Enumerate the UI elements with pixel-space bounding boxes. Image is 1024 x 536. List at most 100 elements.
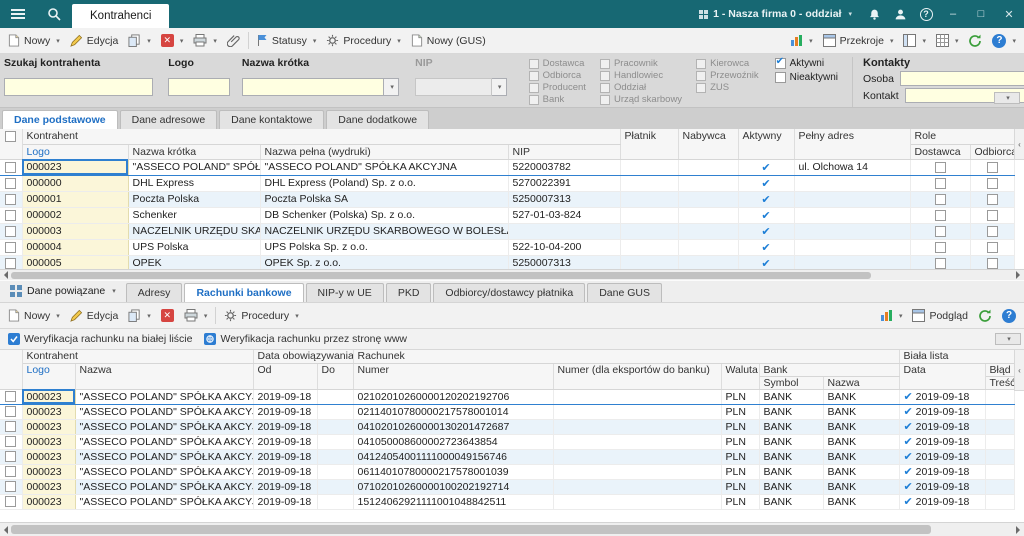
cell-nip[interactable] — [508, 223, 620, 239]
cell-biala-data[interactable]: ✔ 2019-09-18 — [899, 389, 985, 404]
cell-odbiorca[interactable] — [970, 175, 1014, 191]
cell-blad[interactable] — [985, 389, 1014, 404]
cell-platnik[interactable] — [620, 207, 678, 223]
cell-biala-data[interactable]: ✔ 2019-09-18 — [899, 419, 985, 434]
cell-nabywca[interactable] — [678, 175, 738, 191]
cell-bank-nazwa[interactable]: BANK — [823, 494, 899, 509]
nowy-button[interactable]: Nowy ▾ — [3, 31, 65, 50]
dane-powiazane-button[interactable]: Dane powiązane ▾ — [2, 281, 124, 302]
row-select-cell[interactable] — [0, 479, 22, 494]
cell-pelny-adres[interactable] — [794, 223, 910, 239]
statusy-button[interactable]: Statusy ▾ — [252, 31, 322, 50]
panel-collapse-button[interactable]: ▾ — [995, 333, 1021, 345]
cell-dostawca[interactable] — [910, 223, 970, 239]
cell-pelny-adres[interactable] — [794, 255, 910, 269]
cell-numer[interactable]: 15124062921111001048842511 — [353, 494, 553, 509]
scroll-left-icon[interactable] — [4, 271, 8, 279]
cell-do[interactable] — [317, 404, 353, 419]
cell-nip[interactable]: 527-01-03-824 — [508, 207, 620, 223]
col-bank-symbol[interactable]: Symbol — [759, 376, 823, 389]
row-select-cell[interactable] — [0, 464, 22, 479]
maximize-button[interactable]: □ — [968, 0, 994, 28]
cell-nazwa-krotka[interactable]: DHL Express — [128, 175, 260, 191]
cell-waluta[interactable]: PLN — [721, 449, 759, 464]
cell-logo[interactable]: 000004 — [22, 239, 128, 255]
related-tab-odbiorcy-dostawcy-p-atnika[interactable]: Odbiorcy/dostawcy płatnika — [433, 283, 585, 302]
cell-numer-eksport[interactable] — [553, 449, 721, 464]
cell-dostawca[interactable] — [910, 191, 970, 207]
cell-aktywny[interactable]: ✔ — [738, 239, 794, 255]
col-nip[interactable]: NIP — [508, 144, 620, 159]
cell-aktywny[interactable]: ✔ — [738, 159, 794, 175]
accounts-delete-button[interactable]: ✕ — [156, 306, 179, 325]
cell-platnik[interactable] — [620, 191, 678, 207]
cell-biala-data[interactable]: ✔ 2019-09-18 — [899, 449, 985, 464]
col-tresc[interactable]: Treść — [985, 376, 1014, 389]
account-row[interactable]: 000023"ASSECO POLAND" SPÓŁKA AKCYJNA2019… — [0, 419, 1014, 434]
cell-numer-eksport[interactable] — [553, 464, 721, 479]
cell-waluta[interactable]: PLN — [721, 389, 759, 404]
cell-nazwa-krotka[interactable]: Schenker — [128, 207, 260, 223]
cell-do[interactable] — [317, 494, 353, 509]
filter-checkbox-zus[interactable]: ZUS — [696, 82, 759, 93]
cell-biala-data[interactable]: ✔ 2019-09-18 — [899, 404, 985, 419]
cell-nazwa[interactable]: "ASSECO POLAND" SPÓŁKA AKCYJNA — [75, 434, 253, 449]
filter-checkbox-producent[interactable]: Producent — [529, 82, 586, 93]
cell-bank-symbol[interactable]: BANK — [759, 419, 823, 434]
related-tab-rachunki-bankowe[interactable]: Rachunki bankowe — [184, 283, 303, 302]
cell-logo[interactable]: 000023 — [22, 404, 75, 419]
row-checkbox[interactable] — [5, 258, 16, 269]
delete-button[interactable]: ✕ ▾ — [156, 31, 189, 50]
row-checkbox[interactable] — [5, 406, 16, 417]
cell-logo[interactable]: 000023 — [22, 159, 128, 175]
col-odbiorca[interactable]: Odbiorca — [970, 144, 1014, 159]
cell-bank-nazwa[interactable]: BANK — [823, 419, 899, 434]
cell-pelny-adres[interactable] — [794, 175, 910, 191]
cell-logo[interactable]: 000023 — [22, 479, 75, 494]
col-group-bank[interactable]: Bank — [759, 363, 899, 376]
accounts-refresh-button[interactable] — [973, 306, 997, 326]
cell-bank-nazwa[interactable]: BANK — [823, 404, 899, 419]
cell-nazwa[interactable]: "ASSECO POLAND" SPÓŁKA AKCYJNA — [75, 464, 253, 479]
col-group-kontrahent[interactable]: Kontrahent — [22, 129, 620, 144]
col-group-data-obowiazywania[interactable]: Data obowiązywania — [253, 350, 353, 363]
cell-bank-nazwa[interactable]: BANK — [823, 479, 899, 494]
cell-logo[interactable]: 000023 — [22, 464, 75, 479]
cell-do[interactable] — [317, 449, 353, 464]
cell-nazwa-pelna[interactable]: NACZELNIK URZĘDU SKARBOWEGO W BOLESŁAWCU — [260, 223, 508, 239]
filter-checkbox-kierowca[interactable]: Kierowca — [696, 58, 759, 69]
cell-logo[interactable]: 000023 — [22, 419, 75, 434]
row-select-cell[interactable] — [0, 159, 22, 175]
row-checkbox[interactable] — [5, 210, 16, 221]
accounts-help-button[interactable]: ? — [997, 306, 1021, 326]
related-tab-dane-gus[interactable]: Dane GUS — [587, 283, 662, 302]
nowy-gus-button[interactable]: Nowy (GUS) — [406, 31, 491, 50]
row-select-cell[interactable] — [0, 404, 22, 419]
col-numer[interactable]: Numer — [353, 363, 553, 389]
accounts-procedury-button[interactable]: Procedury ▾ — [219, 306, 303, 325]
col-logo[interactable]: Logo — [22, 363, 75, 389]
related-tab-adresy[interactable]: Adresy — [126, 283, 183, 302]
cell-nazwa[interactable]: "ASSECO POLAND" SPÓŁKA AKCYJNA — [75, 404, 253, 419]
cell-odbiorca[interactable] — [970, 159, 1014, 175]
row-checkbox[interactable] — [5, 242, 16, 253]
accounts-chart-button[interactable]: ▾ — [875, 306, 908, 325]
col-biala-data[interactable]: Data — [899, 363, 985, 389]
filter-nieaktywni[interactable]: Nieaktywni — [775, 72, 838, 83]
accounts-copy-button[interactable]: ▾ — [123, 306, 156, 325]
row-checkbox[interactable] — [5, 451, 16, 462]
cell-odbiorca[interactable] — [970, 207, 1014, 223]
cell-pelny-adres[interactable] — [794, 191, 910, 207]
cell-numer[interactable]: 06114010780000217578001039 — [353, 464, 553, 479]
cell-dostawca[interactable] — [910, 175, 970, 191]
cell-od[interactable]: 2019-09-18 — [253, 494, 317, 509]
cell-logo[interactable]: 000005 — [22, 255, 128, 269]
copy-button[interactable]: ▾ — [123, 31, 156, 50]
cell-waluta[interactable]: PLN — [721, 404, 759, 419]
cell-od[interactable]: 2019-09-18 — [253, 479, 317, 494]
cell-do[interactable] — [317, 479, 353, 494]
cell-numer[interactable]: 04102010260000130201472687 — [353, 419, 553, 434]
cell-numer[interactable]: 07102010260000100202192714 — [353, 479, 553, 494]
col-group-role[interactable]: Role — [910, 129, 1014, 144]
cell-od[interactable]: 2019-09-18 — [253, 434, 317, 449]
